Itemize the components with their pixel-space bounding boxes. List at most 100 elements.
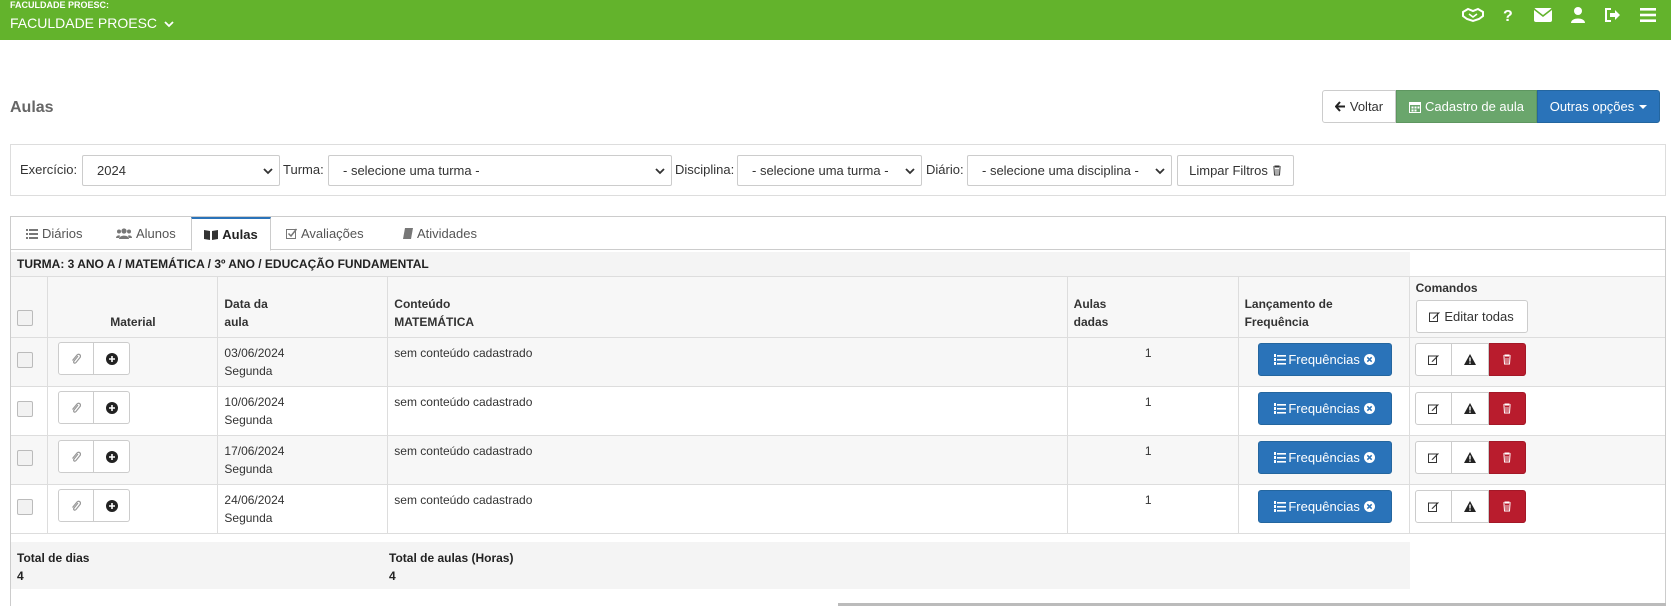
outras-opcoes-button[interactable]: Outras opções xyxy=(1537,90,1660,123)
edit-button[interactable] xyxy=(1414,343,1452,376)
chevron-down-icon xyxy=(263,168,273,175)
row-checkbox[interactable] xyxy=(17,499,33,515)
frequencia-cell: Frequências xyxy=(1238,484,1410,534)
calendar-icon xyxy=(1408,101,1421,113)
delete-button[interactable] xyxy=(1488,441,1526,474)
row-day: Segunda xyxy=(224,511,273,525)
add-material-button[interactable] xyxy=(94,489,131,522)
row-day: Segunda xyxy=(224,364,273,378)
warning-button[interactable] xyxy=(1451,392,1489,425)
envelope-icon[interactable] xyxy=(1525,0,1560,30)
table-row: 10/06/2024 Segunda sem conteúdo cadastrad… xyxy=(11,386,1665,436)
commands-cell xyxy=(1409,337,1665,387)
commands-cell xyxy=(1409,435,1665,485)
edit-button[interactable] xyxy=(1414,490,1452,523)
row-select-cell xyxy=(11,435,49,485)
tab-avaliacoes[interactable]: Avaliações xyxy=(286,217,364,250)
frequencias-button[interactable]: Frequências xyxy=(1257,441,1392,474)
row-checkbox[interactable] xyxy=(17,450,33,466)
delete-button[interactable] xyxy=(1488,490,1526,523)
attach-material-button[interactable] xyxy=(58,440,95,473)
tab-avaliacoes-label: Avaliações xyxy=(301,226,364,241)
tab-atividades-label: Atividades xyxy=(417,226,477,241)
frequencias-button[interactable]: Frequências xyxy=(1257,343,1392,376)
cadastro-aula-button[interactable]: Cadastro de aula xyxy=(1396,90,1537,123)
book-icon xyxy=(204,230,219,240)
frequencia-cell: Frequências xyxy=(1238,337,1410,387)
attach-material-button[interactable] xyxy=(58,342,95,375)
tab-alunos[interactable]: Alunos xyxy=(116,217,176,250)
tab-aulas[interactable]: Aulas xyxy=(191,217,271,251)
aulas-dadas-header-line2: dadas xyxy=(1073,315,1109,329)
total-aulas: Total de aulas (Horas) 4 xyxy=(389,549,513,585)
editar-todas-button[interactable]: Editar todas xyxy=(1415,300,1528,333)
select-all-cell xyxy=(11,276,49,338)
aulas-table: Material Data da aula Conteúdo MATEMÁTICA … xyxy=(11,276,1665,534)
handshake-icon[interactable] xyxy=(1455,0,1490,30)
date-cell: 10/06/2024 Segunda xyxy=(217,386,389,436)
edit-icon xyxy=(1427,355,1439,365)
row-aulas-dadas: 1 xyxy=(1144,395,1152,409)
frequencias-label: Frequências xyxy=(1288,400,1360,416)
attach-material-button[interactable] xyxy=(58,391,95,424)
diario-select[interactable]: - selecione uma disciplina - xyxy=(967,155,1172,186)
conteudo-header: Conteúdo MATEMÁTICA xyxy=(387,276,1068,338)
row-aulas-dadas: 1 xyxy=(1144,444,1152,458)
frequencias-button[interactable]: Frequências xyxy=(1257,392,1392,425)
attach-material-button[interactable] xyxy=(58,489,95,522)
question-icon[interactable]: ? xyxy=(1490,0,1525,30)
chevron-down-icon xyxy=(655,168,665,175)
row-day: Segunda xyxy=(224,462,273,476)
row-date: 10/06/2024 xyxy=(224,395,285,409)
row-checkbox[interactable] xyxy=(17,401,33,417)
tab-atividades[interactable]: Atividades xyxy=(403,217,477,250)
total-dias-value: 4 xyxy=(17,569,24,583)
aulas-dadas-cell: 1 xyxy=(1067,484,1239,534)
aulas-dadas-cell: 1 xyxy=(1067,386,1239,436)
warning-button[interactable] xyxy=(1451,441,1489,474)
edit-button[interactable] xyxy=(1414,441,1452,474)
trash-icon xyxy=(1272,165,1281,176)
edit-icon xyxy=(1427,404,1439,414)
sign-out-icon[interactable] xyxy=(1595,0,1630,30)
exercicio-select[interactable]: 2024 xyxy=(82,155,280,186)
user-icon[interactable] xyxy=(1560,0,1595,30)
disciplina-select[interactable]: - selecione uma turma - xyxy=(737,155,922,186)
back-button[interactable]: Voltar xyxy=(1322,90,1396,123)
content-cell: sem conteúdo cadastrado xyxy=(387,337,1068,387)
material-header: Material xyxy=(47,276,219,338)
content-cell: sem conteúdo cadastrado xyxy=(387,435,1068,485)
commands-cell xyxy=(1409,484,1665,534)
edit-button[interactable] xyxy=(1414,392,1452,425)
add-material-button[interactable] xyxy=(94,391,131,424)
tabs-panel: Diários Alunos Aulas Avaliações Atividad… xyxy=(10,216,1666,606)
conteudo-header-line2: MATEMÁTICA xyxy=(394,315,475,329)
turma-select[interactable]: - selecione uma turma - xyxy=(328,155,672,186)
delete-button[interactable] xyxy=(1488,343,1526,376)
edit-icon xyxy=(1427,502,1439,512)
data-header: Data da aula xyxy=(217,276,389,338)
row-checkbox[interactable] xyxy=(17,352,33,368)
aulas-dadas-header: Aulas dadas xyxy=(1067,276,1239,338)
add-material-button[interactable] xyxy=(94,440,131,473)
warning-button[interactable] xyxy=(1451,490,1489,523)
warning-button[interactable] xyxy=(1451,343,1489,376)
trash-icon xyxy=(1503,354,1512,365)
tab-diarios[interactable]: Diários xyxy=(26,217,82,250)
select-all-checkbox[interactable] xyxy=(17,310,33,326)
menu-icon[interactable] xyxy=(1630,0,1665,30)
list-ol-icon xyxy=(1274,501,1287,512)
row-content: sem conteúdo cadastrado xyxy=(394,444,533,458)
frequencias-button[interactable]: Frequências xyxy=(1257,490,1392,523)
row-aulas-dadas: 1 xyxy=(1144,346,1152,360)
data-header-line1: Data da xyxy=(224,297,268,311)
warning-icon xyxy=(1463,452,1476,463)
delete-button[interactable] xyxy=(1488,392,1526,425)
add-material-button[interactable] xyxy=(94,342,131,375)
frequencia-cell: Frequências xyxy=(1238,435,1410,485)
row-date: 17/06/2024 xyxy=(224,444,285,458)
frequencia-header-line2: Frequência xyxy=(1244,315,1309,329)
total-aulas-label: Total de aulas (Horas) xyxy=(389,551,514,565)
org-selector[interactable]: FACULDADE PROESC xyxy=(10,15,174,31)
limpar-filtros-button[interactable]: Limpar Filtros xyxy=(1177,155,1294,186)
